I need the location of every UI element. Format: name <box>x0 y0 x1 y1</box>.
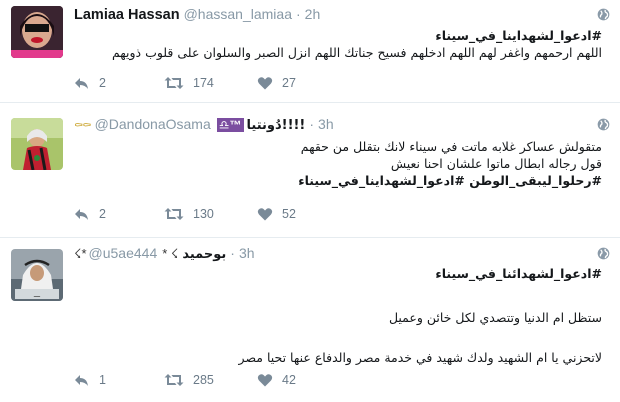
separator-dot: · <box>309 116 315 132</box>
display-name[interactable]: بوحميد <box>182 247 226 262</box>
timestamp[interactable]: 2h <box>305 6 321 22</box>
tweet-card[interactable]: Lamiaa Hassan @hassan_lamiaa · 2h #ادعوا… <box>0 0 620 103</box>
avatar[interactable] <box>11 118 63 170</box>
reply-count: 1 <box>99 373 106 387</box>
tweet-line: لاتحزني يا ام الشهيد ولدك شهيد في خدمة م… <box>238 350 602 365</box>
retweet-button[interactable]: 130 <box>164 207 257 221</box>
tweet-actions: 2 174 27 <box>74 73 337 93</box>
tweet-line: اللهم ارحمهم واغفر لهم اللهم ادخلهم فسيح… <box>111 45 602 60</box>
username[interactable]: @DandonaOsama <box>95 116 211 132</box>
timestamp[interactable]: 3h <box>318 116 334 132</box>
hashtag-link[interactable]: #ادعوا_لشهداينا_في_سيناء <box>74 27 602 44</box>
separator-dot: · <box>230 245 235 261</box>
tweet-header: Lamiaa Hassan @hassan_lamiaa · 2h <box>74 6 590 26</box>
tweet-text: #ادعوا_لشهداينا_في_سيناء اللهم ارحمهم وا… <box>74 27 602 61</box>
svg-text:ـــ: ـــ <box>33 291 41 299</box>
tweet-line: ستظل ام الدنيا وتتصدي لكل خائن وعميل <box>388 310 602 325</box>
heart-icon <box>257 77 273 90</box>
like-count: 27 <box>282 76 296 90</box>
tweet-header: ☇* @u5ae444 * ☇ بوحميد · 3h <box>74 245 590 265</box>
reply-button[interactable]: 1 <box>74 373 164 387</box>
reply-icon <box>75 78 88 89</box>
reply-count: 2 <box>99 76 106 90</box>
timestamp[interactable]: 3h <box>239 245 255 261</box>
like-button[interactable]: 52 <box>257 207 337 221</box>
tweet-actions: 2 130 52 <box>74 204 337 224</box>
display-name[interactable]: دُونتيا!!!! <box>247 118 306 133</box>
like-count: 52 <box>282 207 296 221</box>
separator-dot: · <box>295 6 301 22</box>
username[interactable]: @u5ae444 <box>89 245 158 261</box>
globe-icon <box>597 8 610 21</box>
name-suffix: * ☇ <box>162 246 179 261</box>
heart-icon <box>257 374 273 387</box>
name-emoji: ☇* <box>74 246 87 261</box>
retweet-icon <box>164 374 184 386</box>
tweet-card[interactable]: ⚰⚰ @DandonaOsama ♎™ دُونتيا!!!! · 3h متق… <box>0 104 620 238</box>
reply-button[interactable]: 2 <box>74 76 164 90</box>
retweet-count: 174 <box>193 76 214 90</box>
display-name[interactable]: Lamiaa Hassan <box>74 7 180 23</box>
tweet-text: متقولش عساكر غلابه ماتت في سيناء لانك بت… <box>74 138 602 189</box>
like-button[interactable]: 42 <box>257 373 337 387</box>
retweet-button[interactable]: 174 <box>164 76 257 90</box>
avatar[interactable] <box>11 6 63 58</box>
tweet-line: قول رجاله ابطال ماتوا علشان احنا نعيش <box>390 156 602 171</box>
username[interactable]: @hassan_lamiaa <box>184 6 292 22</box>
avatar[interactable]: ـــ <box>11 249 63 301</box>
reply-icon <box>75 375 88 386</box>
like-count: 42 <box>282 373 296 387</box>
heart-icon <box>257 208 273 221</box>
retweet-count: 285 <box>193 373 214 387</box>
globe-icon <box>597 118 610 131</box>
tweet-card[interactable]: ـــ ☇* @u5ae444 * ☇ بوحميد · 3h #ادعوا_ل… <box>0 239 620 402</box>
name-symbols: ♎™ <box>216 118 244 132</box>
reply-count: 2 <box>99 207 106 221</box>
retweet-count: 130 <box>193 207 214 221</box>
retweet-button[interactable]: 285 <box>164 373 257 387</box>
reply-icon <box>75 209 88 220</box>
retweet-icon <box>164 77 184 89</box>
like-button[interactable]: 27 <box>257 76 337 90</box>
tweet-actions: 1 285 42 <box>74 370 337 390</box>
name-emoji: ⚰⚰ <box>74 120 92 132</box>
reply-button[interactable]: 2 <box>74 207 164 221</box>
retweet-icon <box>164 208 184 220</box>
hashtag-link[interactable]: #رحلوا_ليبقى_الوطن #ادعوا_لشهداينا_في_سي… <box>74 172 602 189</box>
globe-icon <box>597 247 610 260</box>
tweet-text: #ادعوا_لشهدائنا_في_سيناء ستظل ام الدنيا … <box>74 265 602 366</box>
tweet-header: ⚰⚰ @DandonaOsama ♎™ دُونتيا!!!! · 3h <box>74 116 590 136</box>
hashtag-link[interactable]: #ادعوا_لشهدائنا_في_سيناء <box>74 265 602 282</box>
tweet-line: متقولش عساكر غلابه ماتت في سيناء لانك بت… <box>300 139 602 154</box>
